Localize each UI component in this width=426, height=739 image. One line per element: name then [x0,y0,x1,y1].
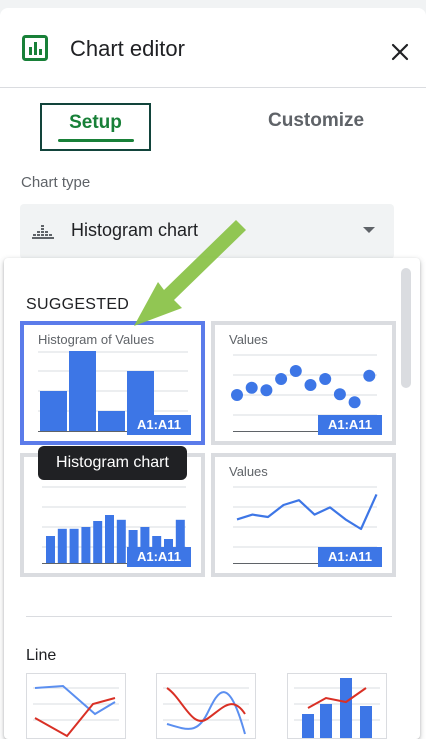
suggested-scatter-card[interactable]: Values A1:A11 [211,321,396,445]
chevron-down-icon [363,227,375,233]
chart-type-value: Histogram chart [71,220,199,240]
card-title: Values [229,332,268,347]
smooth-line-chart-option[interactable] [156,673,256,739]
thumbnail-bar [98,411,125,431]
section-suggested-title: SUGGESTED [26,296,130,313]
smooth-line-chart-thumbnail [163,687,249,735]
thumbnail-point [333,388,346,401]
thumbnail-point [275,373,288,385]
card-title: Histogram of Values [38,332,155,347]
menu-scrollbar[interactable] [401,268,411,388]
thumbnail-bar [116,519,126,563]
thumbnail-point [363,369,376,382]
card-range-badge: A1:A11 [318,415,382,435]
line-chart-option[interactable] [26,673,126,739]
suggested-histogram-card[interactable]: Histogram of Values A1:A11 [20,321,205,445]
thumbnail-point [231,389,243,401]
card-range-badge: A1:A11 [318,547,382,567]
thumbnail-bar [69,528,79,563]
tab-active-indicator [58,139,134,142]
suggested-line-card[interactable]: Values A1:A11 [211,453,396,577]
thumbnail-point [319,373,332,385]
editor-header: Chart editor [0,8,426,88]
thumbnail-bar [40,391,67,431]
chart-type-menu: SUGGESTED Histogram of Values A1:A11 Val… [4,258,420,739]
card-range-badge: A1:A11 [127,415,191,435]
thumbnail-point [260,384,273,397]
thumbnail-bar [105,515,114,563]
histogram-icon [32,225,54,239]
combo-chart-option[interactable] [287,673,387,739]
thumbnail-point [304,379,317,391]
thumbnail-bar [69,351,96,431]
card-title: Values [229,464,268,479]
thumbnail-bar [81,527,91,563]
chart-editor-icon [22,35,48,61]
thumbnail-point [348,396,361,409]
tab-setup-label: Setup [69,112,122,133]
tab-setup[interactable]: Setup [40,103,151,151]
chart-type-tooltip: Histogram chart [38,446,187,480]
thumbnail-bar [46,536,55,563]
close-icon[interactable] [386,38,414,66]
thumbnail-bar [57,528,67,563]
section-divider [26,616,392,617]
line-chart-thumbnail [33,684,119,738]
combo-chart-thumbnail [294,678,380,738]
thumbnail-line [236,493,378,531]
editor-title: Chart editor [70,36,185,61]
thumbnail-point [245,381,258,394]
tab-customize[interactable]: Customize [268,110,364,132]
tab-customize-label: Customize [268,110,365,131]
thumbnail-bar [93,521,103,563]
thumbnail-point [289,365,302,377]
chart-type-select[interactable]: Histogram chart [20,204,394,259]
card-range-badge: A1:A11 [127,547,191,567]
chart-type-label: Chart type [21,174,91,191]
section-line-title: Line [26,647,57,664]
